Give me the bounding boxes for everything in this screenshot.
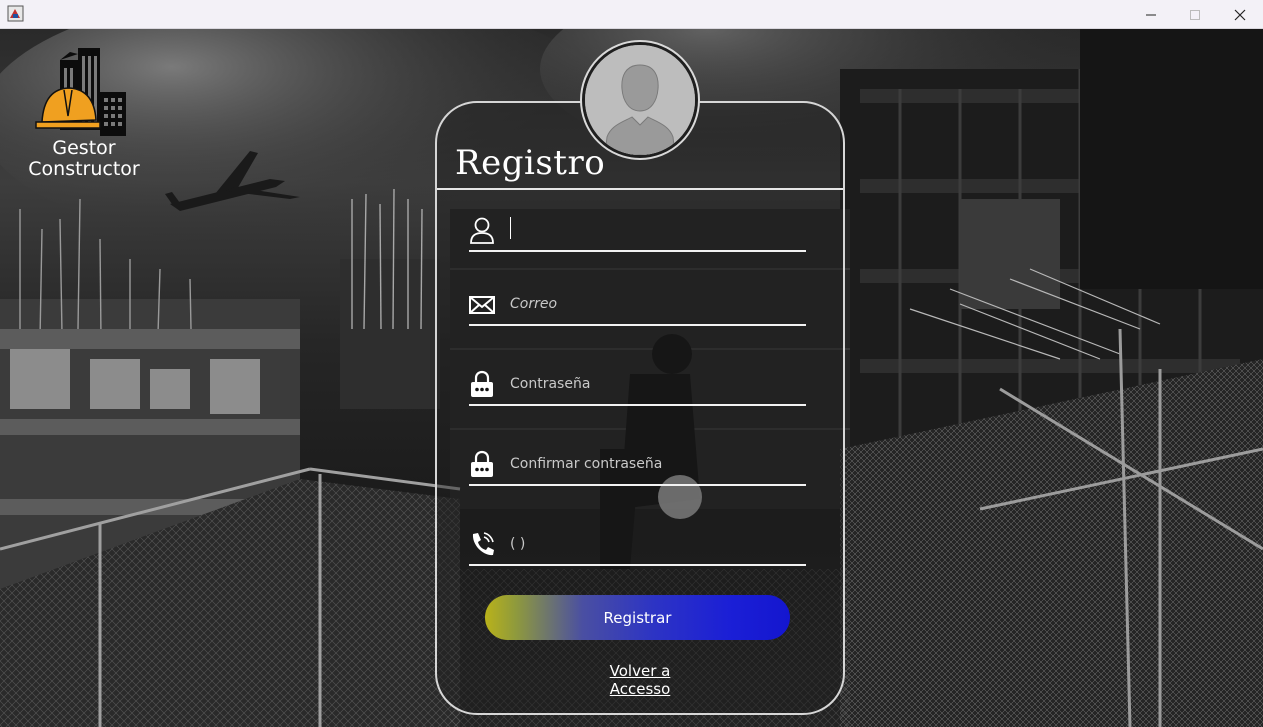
phone-field[interactable]: ( )	[469, 526, 806, 566]
username-field[interactable]	[469, 212, 806, 252]
email-placeholder: Correo	[510, 296, 558, 312]
phone-icon	[472, 532, 494, 556]
avatar-placeholder	[585, 45, 695, 155]
minimize-icon	[1146, 14, 1156, 15]
confirm-password-field[interactable]: Confirmar contraseña	[469, 446, 806, 486]
register-button[interactable]: Registrar	[485, 595, 790, 640]
user-icon	[470, 217, 494, 244]
envelope-icon	[469, 296, 495, 314]
confirm-password-placeholder: Confirmar contraseña	[510, 456, 663, 472]
person-silhouette-icon	[585, 45, 695, 155]
lock-icon	[471, 450, 493, 477]
avatar[interactable]	[580, 40, 700, 160]
field-underline	[469, 324, 806, 326]
password-field[interactable]: Contraseña	[469, 366, 806, 406]
password-placeholder: Contraseña	[510, 376, 591, 392]
form-title: Registro	[455, 143, 606, 183]
email-field[interactable]: Correo	[469, 286, 806, 326]
back-to-login-link[interactable]: Volver a Accesso	[579, 662, 701, 698]
logo-line-2: Constructor	[28, 158, 140, 180]
field-underline	[469, 564, 806, 566]
maximize-icon	[1190, 9, 1200, 20]
field-underline	[469, 484, 806, 486]
app-icon	[7, 5, 24, 22]
close-icon	[1234, 9, 1246, 20]
title-bar	[0, 0, 1263, 29]
app-logo: Gestor Constructor	[18, 46, 150, 184]
maximize-button[interactable]	[1172, 0, 1218, 29]
logo-line-1: Gestor	[52, 137, 116, 159]
field-underline	[469, 404, 806, 406]
phone-placeholder: ( )	[510, 536, 526, 552]
building-helmet-logo-icon	[35, 48, 126, 136]
logo-text: Gestor Constructor	[18, 138, 150, 180]
lock-icon	[471, 370, 493, 397]
text-caret	[510, 217, 511, 239]
title-divider	[437, 188, 843, 190]
field-underline	[469, 250, 806, 252]
minimize-button[interactable]	[1128, 0, 1174, 29]
close-button[interactable]	[1217, 0, 1263, 29]
